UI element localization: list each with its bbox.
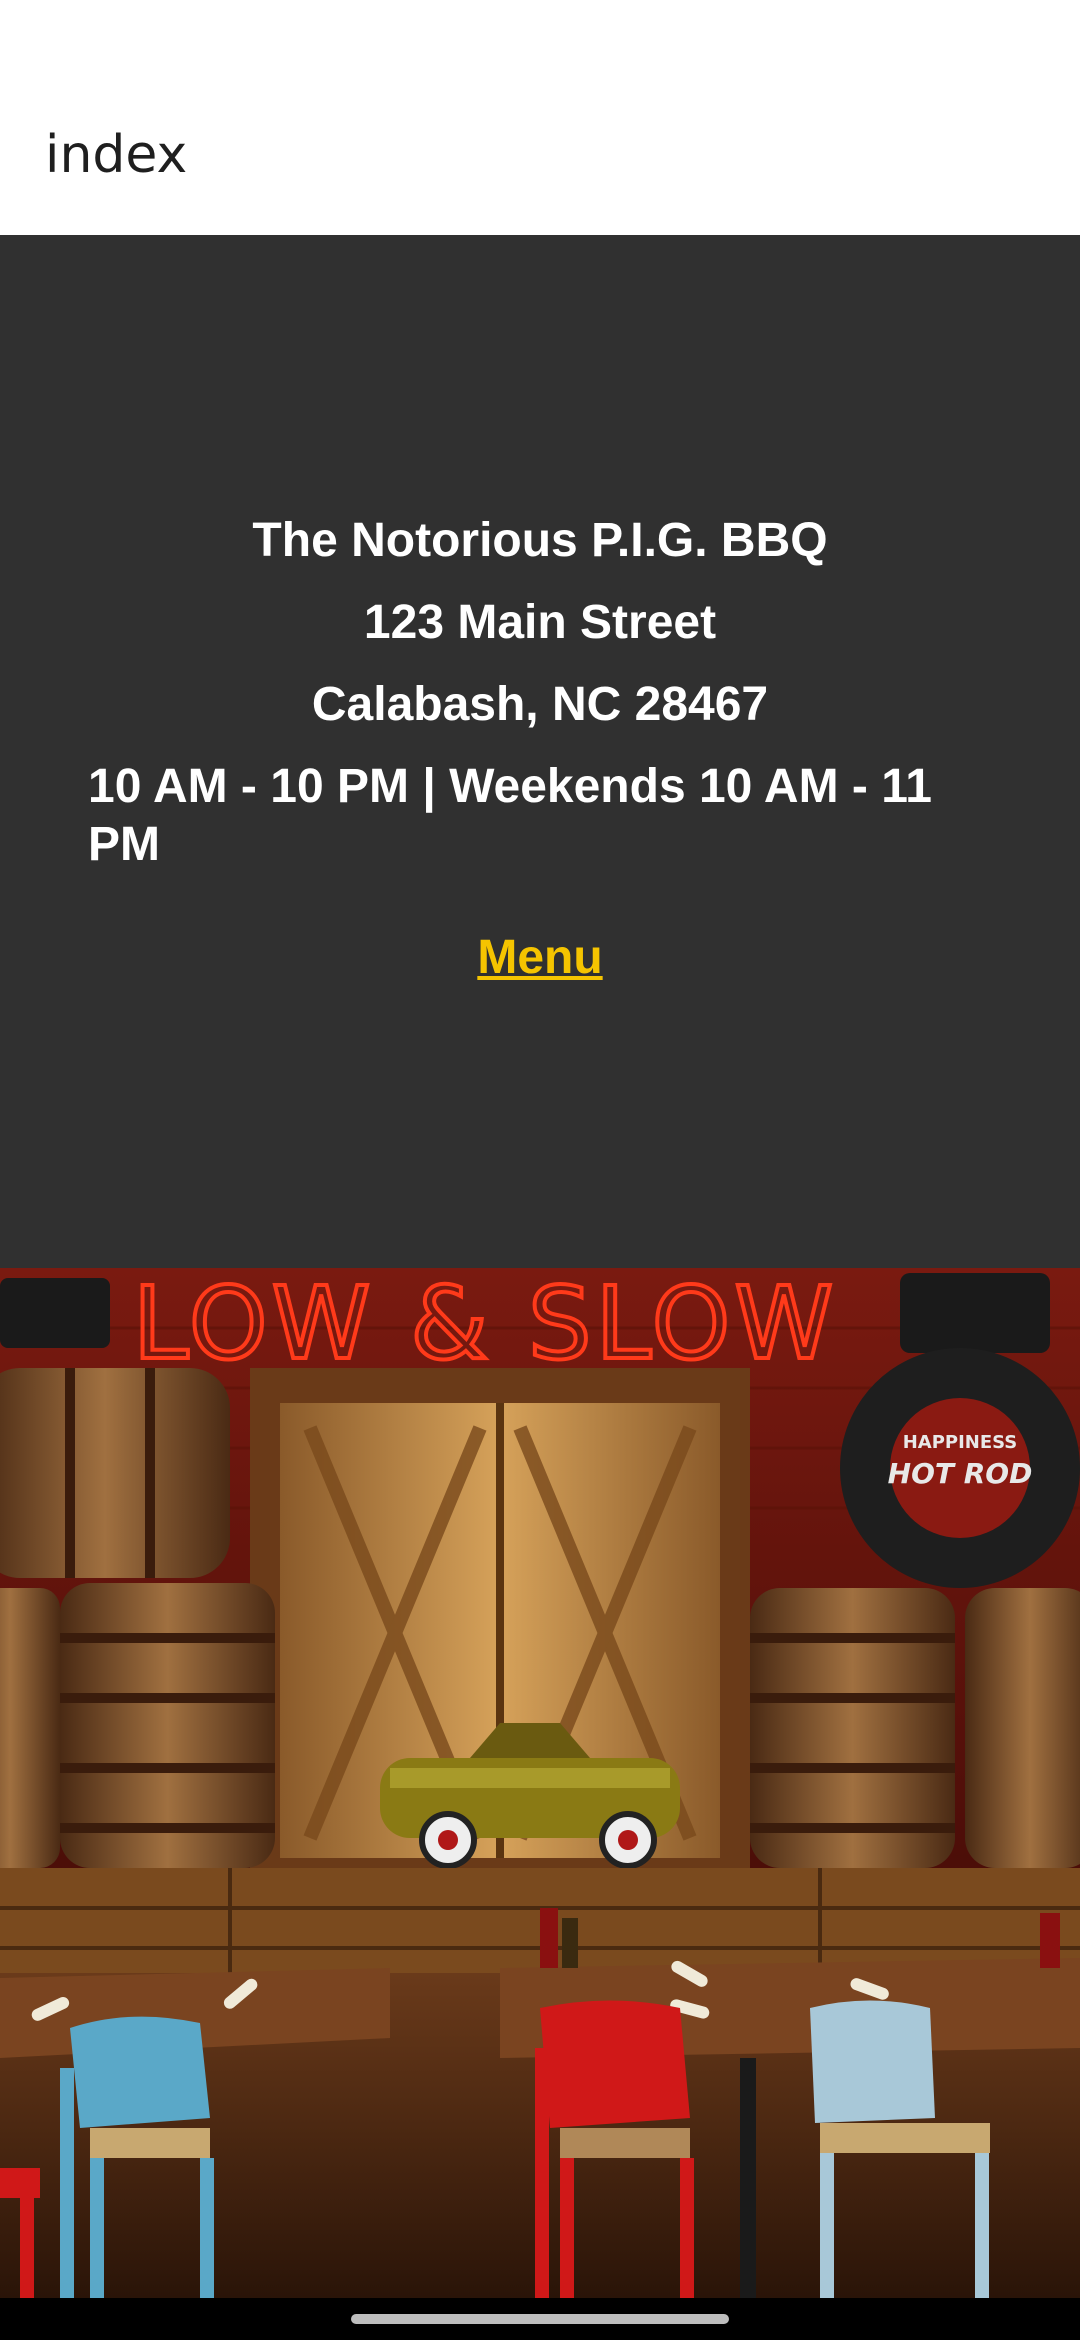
system-nav-bar [0,2298,1080,2340]
restaurant-info-section: The Notorious P.I.G. BBQ 123 Main Street… [0,235,1080,1268]
city-state-zip: Calabash, NC 28467 [311,678,769,731]
opening-hours: 10 AM - 10 PM | Weekends 10 AM - 11 PM [88,760,932,871]
restaurant-interior-photo: LOW & SLOW HAPPINESS HOT ROD [0,1268,1080,2298]
street-address: 123 Main Street [363,596,717,649]
home-gesture-handle[interactable] [351,2314,729,2324]
app-bar: index [0,0,1080,235]
restaurant-name: The Notorious P.I.G. BBQ [252,514,828,567]
app-bar-title: index [45,125,188,185]
tire-text-2: HOT ROD [888,1457,1033,1490]
menu-link[interactable]: Menu [0,930,1080,985]
tire-text-1: HAPPINESS [903,1432,1018,1453]
app-screen: index The Notorious P.I.G. BBQ 123 Main … [0,0,1080,2340]
neon-sign: LOW & SLOW [133,1268,838,1382]
